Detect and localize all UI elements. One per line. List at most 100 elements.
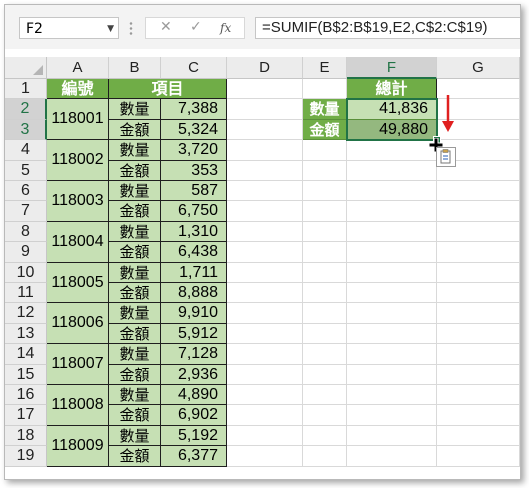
cell[interactable] [303, 405, 347, 426]
table-cell-id[interactable]: 118005 [47, 262, 109, 304]
cell[interactable] [227, 119, 303, 141]
cell[interactable] [347, 221, 437, 243]
row-header-3[interactable]: 3 [5, 119, 47, 141]
cell[interactable] [347, 262, 437, 283]
row-header-9[interactable]: 9 [5, 242, 47, 263]
cell[interactable] [227, 201, 303, 222]
row-header-19[interactable]: 19 [5, 446, 47, 467]
cell[interactable] [347, 160, 437, 181]
table-cell-id[interactable]: 118008 [47, 385, 109, 426]
table-cell-id[interactable]: 118003 [47, 181, 109, 222]
row-header-15[interactable]: 15 [5, 364, 47, 385]
table-cell-item[interactable]: 金額 [109, 283, 161, 304]
cell[interactable] [227, 79, 303, 100]
table-cell-item[interactable]: 數量 [109, 385, 161, 406]
table-cell-item[interactable]: 數量 [109, 140, 161, 161]
table-cell-value[interactable]: 6,377 [161, 446, 227, 467]
table-cell-item[interactable]: 金額 [109, 323, 161, 345]
table-cell-item[interactable]: 數量 [109, 425, 161, 447]
table-cell-id[interactable]: 118007 [47, 344, 109, 385]
summary-label[interactable]: 金額 [303, 119, 347, 141]
cell[interactable] [227, 405, 303, 426]
header-id[interactable]: 編號 [47, 79, 109, 100]
cell[interactable] [437, 385, 520, 406]
cell[interactable] [227, 364, 303, 385]
cell[interactable] [437, 283, 520, 304]
cell[interactable] [437, 364, 520, 385]
row-header-18[interactable]: 18 [5, 425, 47, 447]
cell[interactable] [347, 364, 437, 385]
cell[interactable] [227, 425, 303, 447]
table-cell-value[interactable]: 587 [161, 181, 227, 202]
row-header-6[interactable]: 6 [5, 181, 47, 202]
table-cell-id[interactable]: 118009 [47, 425, 109, 467]
cell[interactable] [303, 201, 347, 222]
cell[interactable] [227, 323, 303, 345]
cell[interactable] [227, 446, 303, 467]
cell[interactable] [303, 221, 347, 243]
cell[interactable] [347, 242, 437, 263]
table-cell-id[interactable]: 118002 [47, 140, 109, 181]
cell[interactable] [437, 344, 520, 365]
column-header-c[interactable]: C [161, 57, 227, 79]
cell[interactable] [437, 262, 520, 283]
cell[interactable] [303, 385, 347, 406]
table-cell-value[interactable]: 353 [161, 160, 227, 181]
table-cell-item[interactable]: 金額 [109, 242, 161, 263]
name-box[interactable]: F2 ▼ [19, 17, 119, 39]
cell[interactable] [227, 262, 303, 283]
cell[interactable] [437, 221, 520, 243]
summary-value[interactable]: 49,880 [347, 119, 437, 141]
enter-icon[interactable]: ✓ [190, 19, 202, 35]
cell[interactable] [347, 446, 437, 467]
cell[interactable] [227, 283, 303, 304]
cell[interactable] [437, 181, 520, 202]
table-cell-value[interactable]: 9,910 [161, 303, 227, 324]
summary-value[interactable]: 41,836 [347, 99, 437, 120]
table-cell-item[interactable]: 金額 [109, 160, 161, 181]
table-cell-value[interactable]: 7,128 [161, 344, 227, 365]
cell[interactable] [227, 160, 303, 181]
cell[interactable] [303, 181, 347, 202]
table-cell-value[interactable]: 6,438 [161, 242, 227, 263]
cell[interactable] [437, 303, 520, 324]
cancel-icon[interactable]: ✕ [160, 19, 172, 35]
cell[interactable] [347, 425, 437, 447]
cell[interactable] [347, 344, 437, 365]
cell[interactable] [303, 242, 347, 263]
column-header-g[interactable]: G [437, 57, 520, 79]
cell[interactable] [347, 201, 437, 222]
cell[interactable] [303, 262, 347, 283]
cell[interactable] [227, 344, 303, 365]
table-cell-item[interactable]: 數量 [109, 221, 161, 243]
table-cell-item[interactable]: 數量 [109, 303, 161, 324]
table-cell-value[interactable]: 4,890 [161, 385, 227, 406]
cell[interactable] [227, 242, 303, 263]
cell[interactable] [347, 181, 437, 202]
table-cell-value[interactable]: 7,388 [161, 99, 227, 120]
cell[interactable] [303, 283, 347, 304]
row-header-8[interactable]: 8 [5, 221, 47, 243]
cell[interactable] [303, 344, 347, 365]
table-cell-value[interactable]: 5,192 [161, 425, 227, 447]
table-cell-id[interactable]: 118004 [47, 221, 109, 263]
table-cell-item[interactable]: 金額 [109, 119, 161, 141]
table-cell-item[interactable]: 金額 [109, 201, 161, 222]
cell[interactable] [303, 79, 347, 100]
table-cell-value[interactable]: 1,711 [161, 262, 227, 283]
row-header-2[interactable]: 2 [5, 99, 47, 120]
cell[interactable] [347, 283, 437, 304]
table-cell-value[interactable]: 8,888 [161, 283, 227, 304]
drag-handle-icon[interactable] [129, 21, 133, 35]
row-header-1[interactable]: 1 [5, 79, 47, 100]
row-header-12[interactable]: 12 [5, 303, 47, 324]
table-cell-value[interactable]: 6,750 [161, 201, 227, 222]
cell[interactable] [227, 221, 303, 243]
cell[interactable] [347, 303, 437, 324]
table-cell-value[interactable]: 5,324 [161, 119, 227, 141]
table-cell-item[interactable]: 數量 [109, 262, 161, 283]
cell[interactable] [303, 323, 347, 345]
cell[interactable] [227, 99, 303, 120]
cell[interactable] [303, 425, 347, 447]
cell[interactable] [437, 323, 520, 345]
